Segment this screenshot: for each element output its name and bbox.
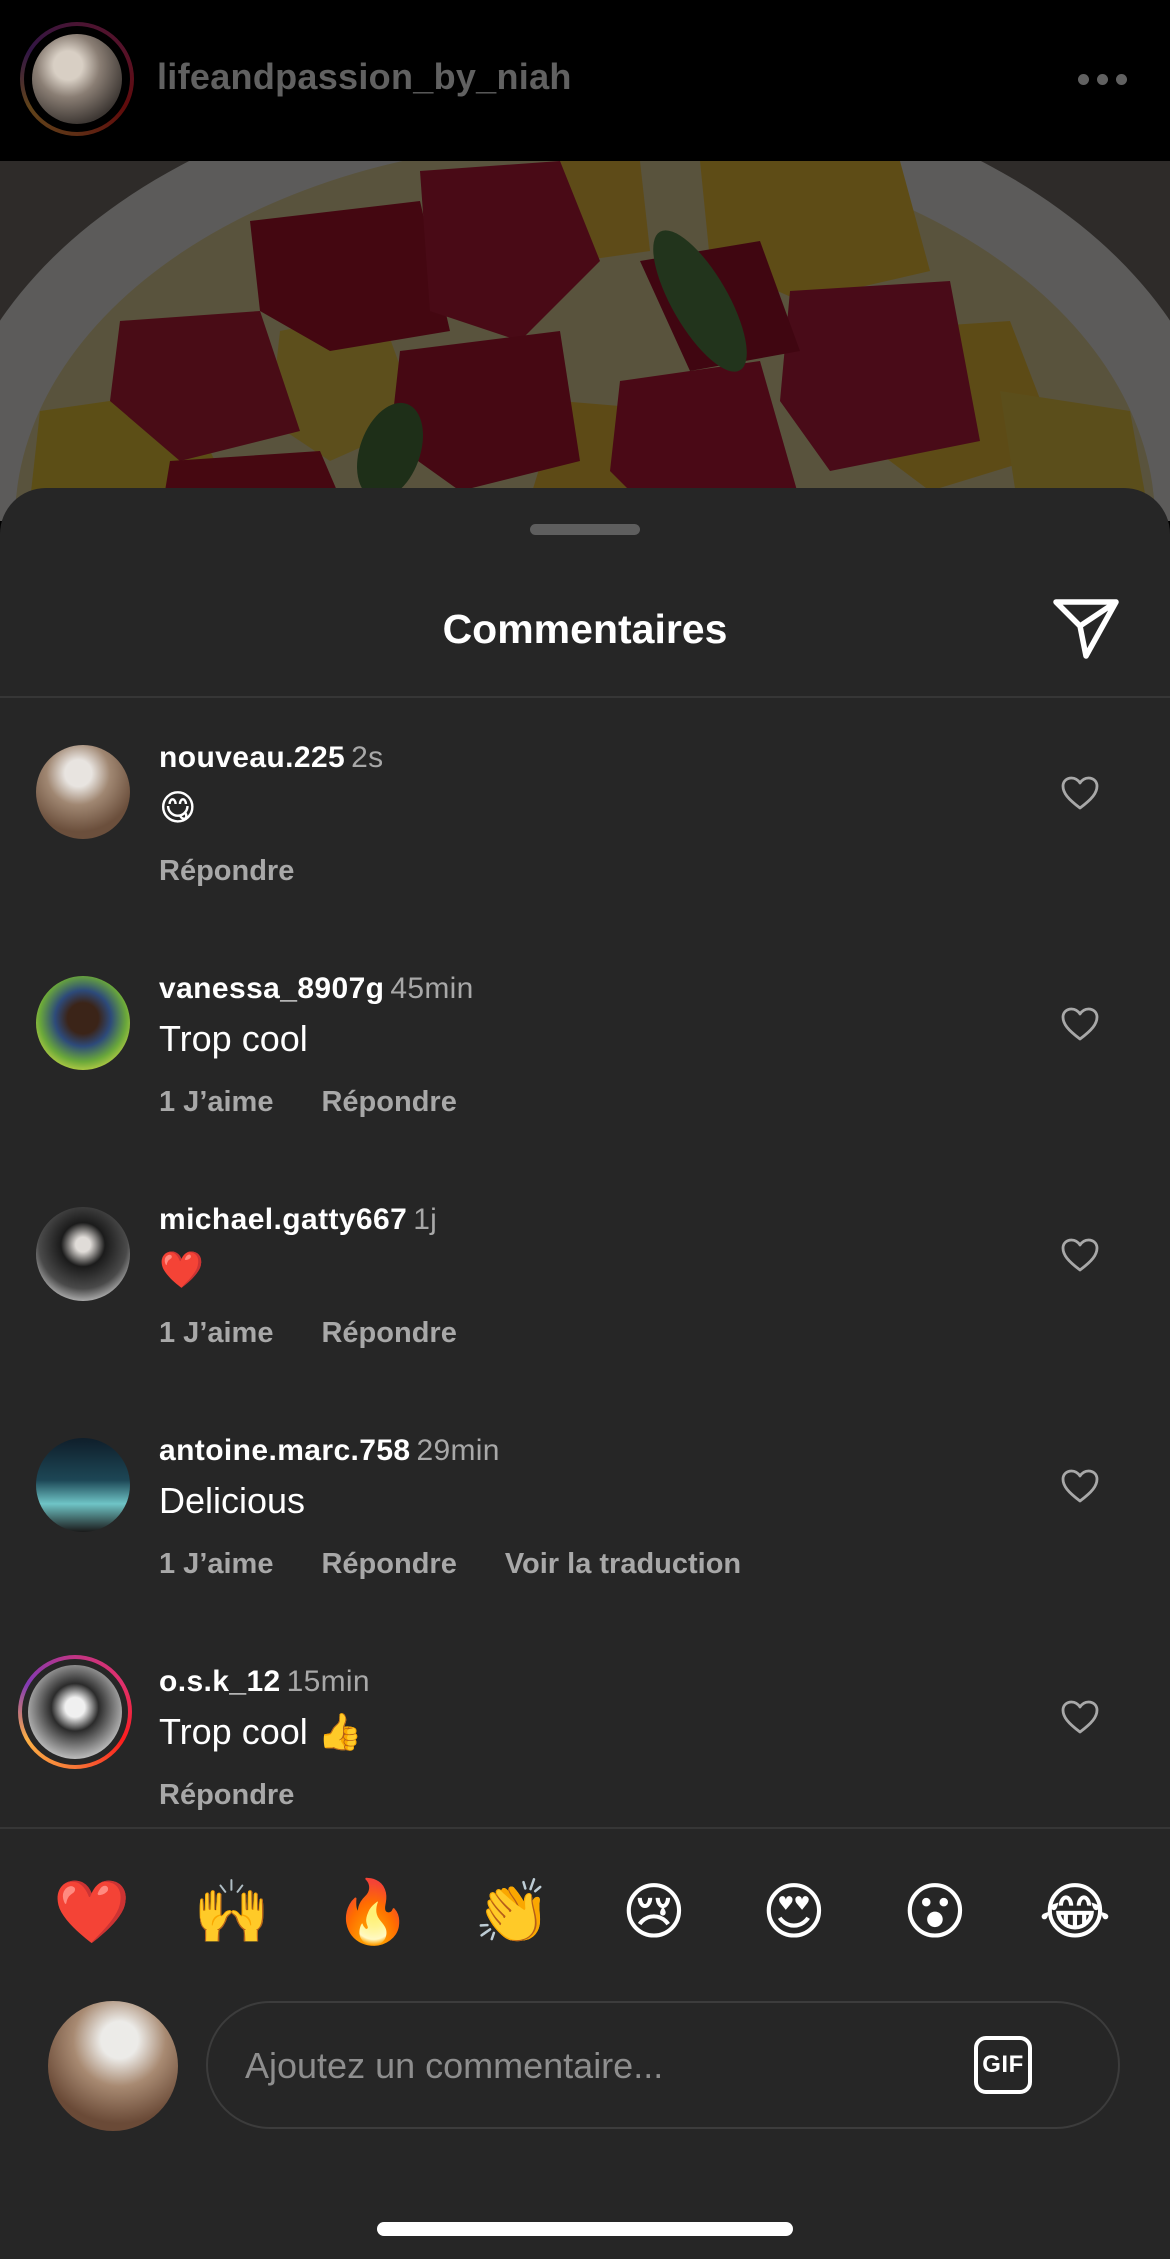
commenter-username[interactable]: vanessa_8907g: [159, 972, 384, 1005]
commenter-avatar[interactable]: [36, 1438, 130, 1532]
post-author-avatar-image: [32, 34, 122, 124]
comment-text: Delicious: [159, 1480, 306, 1521]
comment-time: 45min: [390, 972, 474, 1005]
comment-time: 15min: [286, 1665, 370, 1698]
heart-outline-icon[interactable]: [1060, 1006, 1100, 1042]
reaction-heart-eyes[interactable]: 😍: [754, 1873, 834, 1953]
comment-meta: o.s.k_12 15min: [159, 1665, 370, 1699]
comment-text: ❤️: [159, 1249, 204, 1290]
heart-outline-icon[interactable]: [1060, 775, 1100, 811]
heart-outline-icon[interactable]: [1060, 1699, 1100, 1735]
commenter-avatar[interactable]: [18, 1655, 132, 1769]
gif-button[interactable]: GIF: [974, 2036, 1032, 2094]
likes-count[interactable]: 1 J’aime: [159, 1548, 273, 1580]
commenter-username[interactable]: nouveau.225: [159, 741, 345, 774]
reaction-fire[interactable]: 🔥: [333, 1873, 413, 1953]
reaction-heart[interactable]: ❤️: [52, 1873, 132, 1953]
commenter-username[interactable]: antoine.marc.758: [159, 1434, 411, 1467]
comment-actions: Répondre: [159, 1779, 342, 1812]
heart-outline-icon[interactable]: [1060, 1468, 1100, 1504]
reaction-crying[interactable]: 😢: [614, 1873, 694, 1953]
home-indicator[interactable]: [377, 2222, 793, 2236]
quick-reactions-bar: ❤️ 🙌 🔥 👏 😢 😍 😮 😂: [0, 1873, 1170, 1953]
comment-meta: vanessa_8907g 45min: [159, 972, 474, 1006]
post-image[interactable]: [0, 161, 1170, 521]
comment-text: Trop cool 👍: [159, 1711, 363, 1752]
commenter-avatar-image: [28, 1665, 122, 1759]
sheet-divider: [0, 696, 1170, 698]
comment-actions: 1 J’aime Répondre: [159, 1317, 505, 1350]
commenter-username[interactable]: michael.gatty667: [159, 1203, 407, 1236]
reaction-raised-hands[interactable]: 🙌: [192, 1873, 272, 1953]
reaction-clap[interactable]: 👏: [473, 1873, 553, 1953]
comment-item: o.s.k_12 15min Trop cool 👍 Répondre: [0, 1655, 1170, 1900]
commenter-avatar[interactable]: [36, 745, 130, 839]
comment-meta: nouveau.225 2s: [159, 741, 383, 775]
sheet-title: Commentaires: [442, 606, 728, 652]
see-translation-button[interactable]: Voir la traduction: [505, 1548, 741, 1580]
reply-button[interactable]: Répondre: [321, 1548, 456, 1580]
comment-time: 29min: [416, 1434, 500, 1467]
reply-button[interactable]: Répondre: [321, 1086, 456, 1118]
likes-count[interactable]: 1 J’aime: [159, 1317, 273, 1349]
comment-text: Trop cool: [159, 1018, 308, 1059]
comment-meta: antoine.marc.758 29min: [159, 1434, 500, 1468]
paper-plane-icon[interactable]: [1052, 596, 1120, 660]
heart-outline-icon[interactable]: [1060, 1237, 1100, 1273]
reply-button[interactable]: Répondre: [159, 1779, 294, 1811]
post-header: lifeandpassion_by_niah: [0, 0, 1170, 161]
comment-text: 😋: [159, 787, 197, 828]
post-author-username[interactable]: lifeandpassion_by_niah: [157, 56, 572, 98]
reply-button[interactable]: Répondre: [159, 855, 294, 887]
sheet-grabber[interactable]: [530, 524, 640, 535]
reaction-laughing[interactable]: 😂: [1035, 1873, 1115, 1953]
comment-time: 1j: [413, 1203, 438, 1236]
comments-sheet: Commentaires nouveau.225 2s 😋 Répondre va…: [0, 488, 1170, 2259]
more-options-icon[interactable]: [1078, 74, 1128, 86]
comment-item: antoine.marc.758 29min Delicious 1 J’aime…: [0, 1434, 1170, 1669]
comment-meta: michael.gatty667 1j: [159, 1203, 437, 1237]
comment-item: vanessa_8907g 45min Trop cool 1 J’aime Rép…: [0, 972, 1170, 1207]
comment-actions: 1 J’aime Répondre Voir la traduction: [159, 1548, 789, 1581]
comment-input[interactable]: Ajoutez un commentaire... GIF: [206, 2001, 1120, 2129]
post-author-avatar[interactable]: [20, 22, 134, 136]
commenter-avatar[interactable]: [36, 976, 130, 1070]
comment-item: nouveau.225 2s 😋 Répondre: [0, 741, 1170, 976]
comment-item: michael.gatty667 1j ❤️ 1 J’aime Répondre: [0, 1203, 1170, 1438]
current-user-avatar: [48, 2001, 178, 2131]
comment-time: 2s: [351, 741, 384, 774]
commenter-username[interactable]: o.s.k_12: [159, 1665, 281, 1698]
comment-actions: 1 J’aime Répondre: [159, 1086, 505, 1119]
reply-button[interactable]: Répondre: [321, 1317, 456, 1349]
comment-actions: Répondre: [159, 855, 342, 888]
likes-count[interactable]: 1 J’aime: [159, 1086, 273, 1118]
reactions-divider: [0, 1827, 1170, 1829]
fruit-bowl-image: [0, 161, 1170, 521]
commenter-avatar[interactable]: [36, 1207, 130, 1301]
comment-input-placeholder: Ajoutez un commentaire...: [245, 2045, 664, 2086]
reaction-surprised[interactable]: 😮: [895, 1873, 975, 1953]
